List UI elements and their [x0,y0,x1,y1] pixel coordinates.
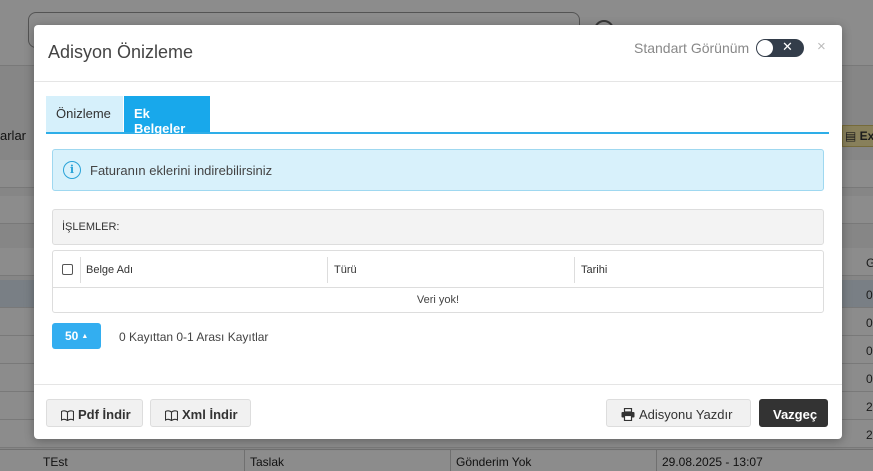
pdf-download-button[interactable]: Pdf İndir [46,399,143,427]
toggle-knob [757,40,773,56]
tab-preview[interactable]: Önizleme [46,96,123,132]
page-size-dropdown[interactable]: 50 ▲ [52,323,101,349]
operations-label: İŞLEMLER: [62,221,120,233]
info-icon: i [63,161,81,179]
xml-download-label: Xml İndir [182,407,238,422]
modal-title: Adisyon Önizleme [48,42,194,62]
modal-footer: Pdf İndir Xml İndir Adisyonu Yazdır Vazg… [34,384,842,439]
table-empty-row: Veri yok! [416,294,460,306]
modal-tabs: Önizleme Ek Belgeler [46,96,829,136]
standard-view-label: Standart Görünüm [634,40,750,56]
modal-header: Adisyon Önizleme Standart Görünüm ✕ × [34,25,842,82]
tab-attachments[interactable]: Ek Belgeler [124,96,210,136]
column-header-date[interactable]: Tarihi [581,264,607,276]
adisyon-preview-modal: Adisyon Önizleme Standart Görünüm ✕ × Ön… [34,25,842,439]
close-icon[interactable]: × [817,38,826,55]
toggle-off-icon: ✕ [782,39,793,54]
pdf-download-label: Pdf İndir [78,407,131,422]
book-open-icon [61,410,74,421]
records-info: 0 Kayıttan 0-1 Arası Kayıtlar [119,330,269,344]
info-alert: i Faturanın eklerini indirebilirsiniz [52,149,824,191]
print-adisyon-label: Adisyonu Yazdır [639,407,733,422]
select-all-checkbox[interactable] [62,264,73,275]
standard-view-toggle[interactable]: ✕ [756,39,804,57]
table-header: Belge Adı Türü Tarihi [53,251,823,288]
column-header-document-name[interactable]: Belge Adı [86,264,133,276]
xml-download-button[interactable]: Xml İndir [150,399,251,427]
cancel-button[interactable]: Vazgeç [759,399,828,427]
book-open-icon [165,410,178,421]
attachments-table: Belge Adı Türü Tarihi Veri yok! [52,250,824,313]
print-adisyon-button[interactable]: Adisyonu Yazdır [606,399,751,427]
column-header-type[interactable]: Türü [334,264,357,276]
operations-bar: İŞLEMLER: [52,209,824,245]
page-size-value: 50 [65,329,79,343]
info-text: Faturanın eklerini indirebilirsiniz [90,163,273,178]
printer-icon [621,408,635,421]
caret-up-icon: ▲ [81,333,89,340]
